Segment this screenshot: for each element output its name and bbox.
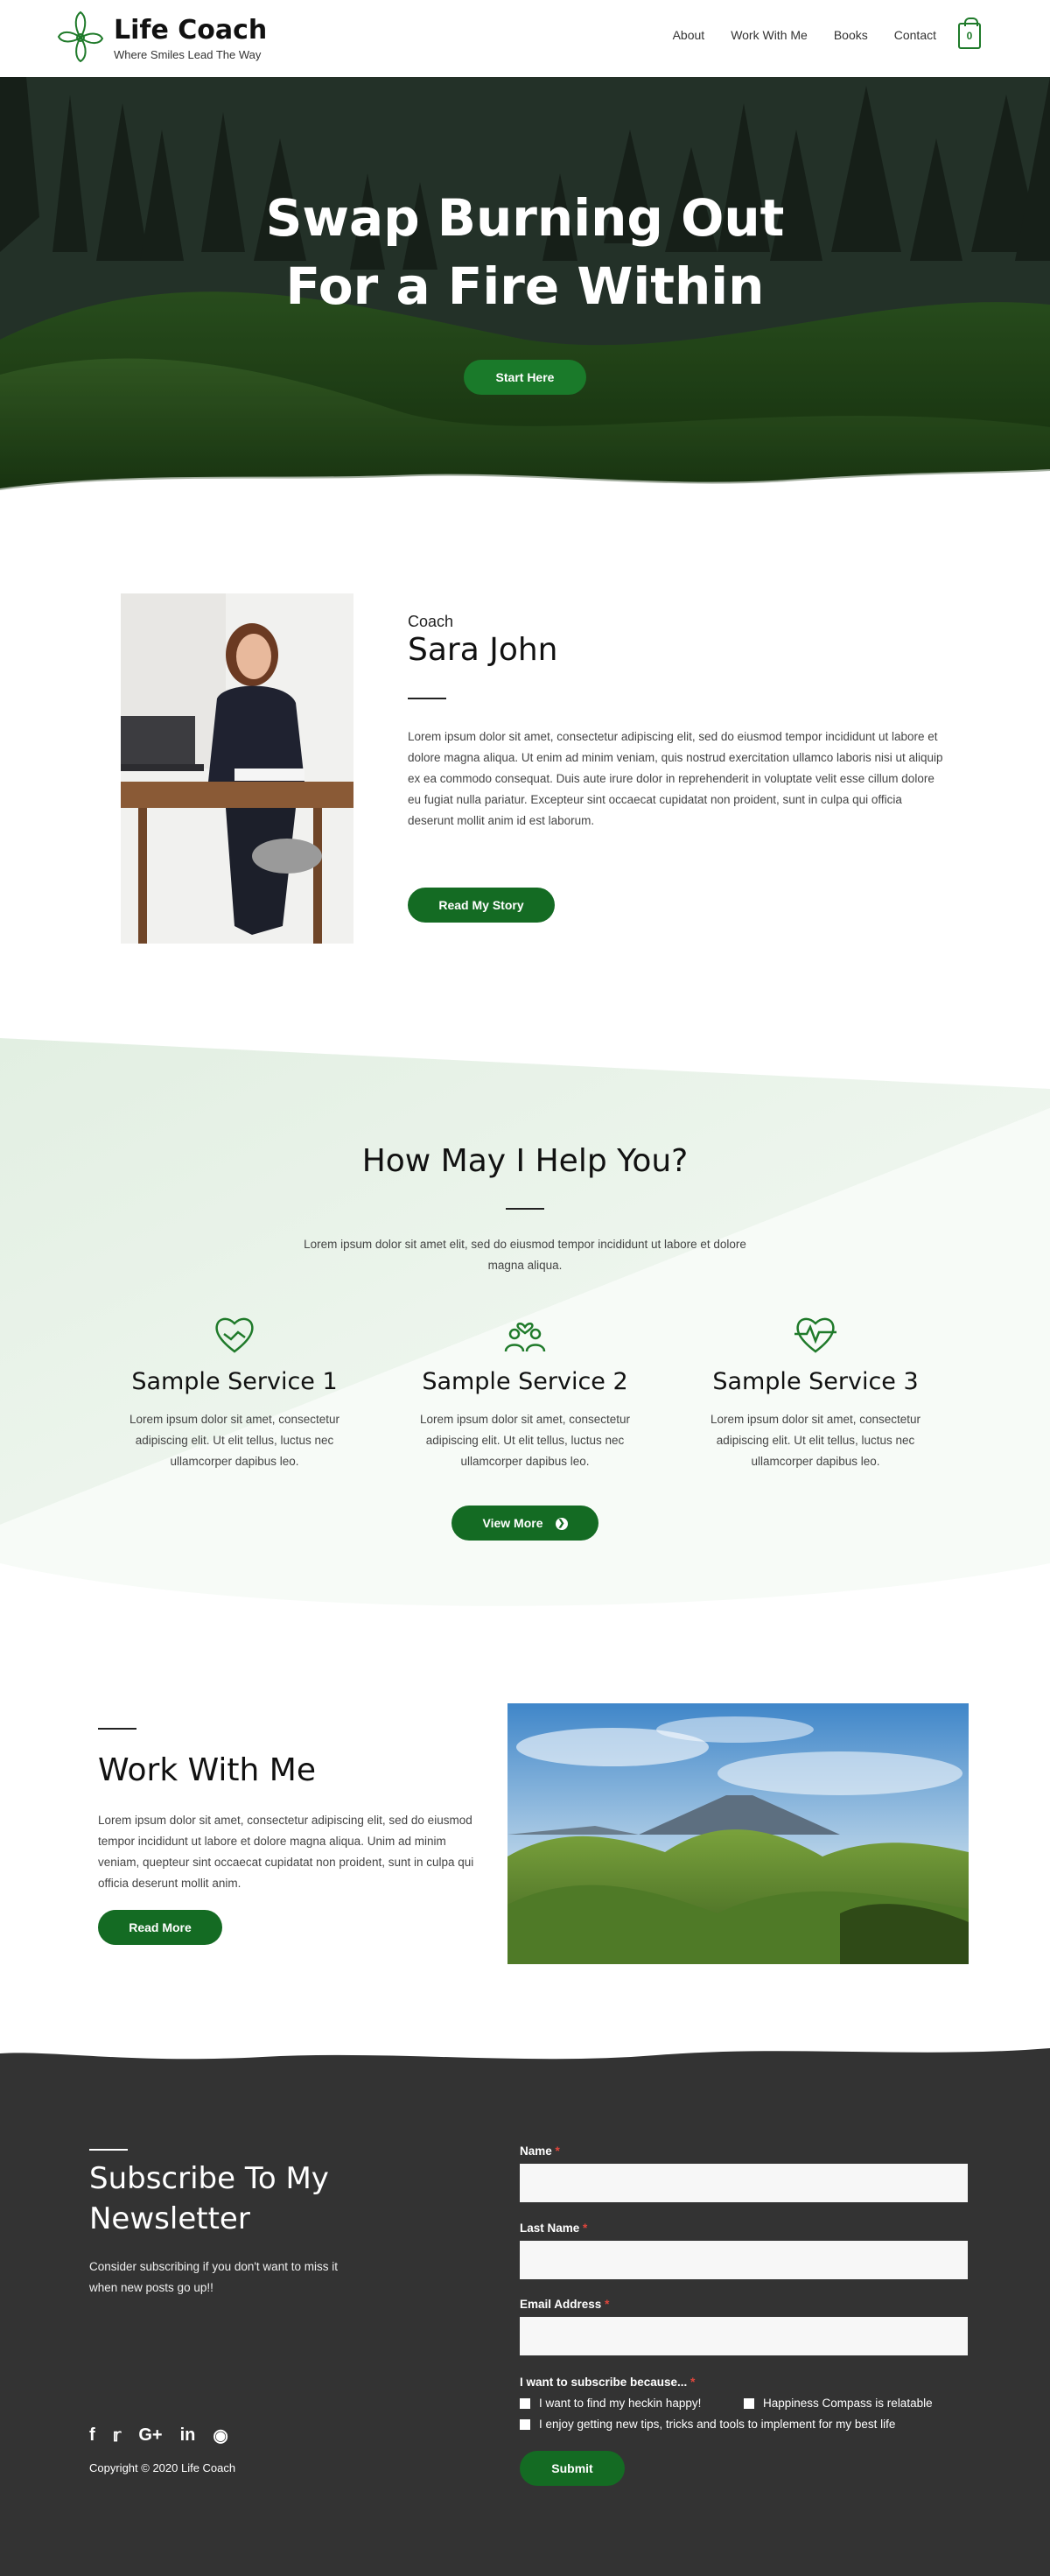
- nav-contact[interactable]: Contact: [894, 28, 936, 42]
- mountain-landscape-image: [508, 1703, 969, 1964]
- services-intro: Lorem ipsum dolor sit amet elit, sed do …: [304, 1238, 746, 1272]
- required-mark: *: [690, 2376, 696, 2389]
- email-label-text: Email Address: [520, 2298, 602, 2311]
- checkbox-icon[interactable]: [744, 2397, 754, 2409]
- cart-icon[interactable]: 0: [958, 18, 981, 49]
- newsletter-description: Consider subscribing if you don't want t…: [89, 2260, 338, 2294]
- nav-about[interactable]: About: [673, 28, 705, 42]
- service-card-3: Sample Service 3 Lorem ipsum dolor sit a…: [684, 1313, 947, 1472]
- name-label-text: Name: [520, 2144, 552, 2158]
- last-name-label-text: Last Name: [520, 2222, 580, 2235]
- logo[interactable]: Life Coach Where Smiles Lead The Way: [56, 11, 267, 65]
- submit-button[interactable]: Submit: [520, 2451, 625, 2486]
- name-input[interactable]: [520, 2164, 968, 2202]
- about-divider: [408, 698, 446, 699]
- flower-logo-icon: [57, 11, 104, 63]
- checkbox-icon[interactable]: [520, 2418, 530, 2430]
- option-compass-relatable-checkbox[interactable]: Happiness Compass is relatable: [744, 2397, 933, 2410]
- handshake-heart-icon: [215, 1317, 254, 1353]
- facebook-icon[interactable]: f: [89, 2425, 95, 2446]
- main-nav: About Work With Me Books Contact: [673, 28, 936, 42]
- social-links: f 𝕣 G+ in ◉: [89, 2425, 228, 2446]
- last-name-input[interactable]: [520, 2241, 968, 2279]
- brand-name: Life Coach: [114, 14, 268, 46]
- read-my-story-button[interactable]: Read My Story: [408, 888, 555, 923]
- name-field-label: Name *: [520, 2144, 560, 2158]
- nav-work-with-me[interactable]: Work With Me: [731, 28, 808, 42]
- about-text: Lorem ipsum dolor sit amet, consectetur …: [408, 730, 943, 827]
- newsletter-divider: [89, 2149, 128, 2151]
- hero-brush-divider: [0, 469, 1050, 508]
- required-mark: *: [583, 2222, 588, 2235]
- hero-heading-line2: For a Fire Within: [285, 256, 765, 316]
- service-title: Sample Service 3: [712, 1368, 919, 1395]
- view-more-label: View More: [482, 1516, 543, 1530]
- twitter-icon[interactable]: 𝕣: [113, 2425, 122, 2446]
- heartbeat-icon: [794, 1317, 836, 1353]
- coach-name: Sara John: [408, 632, 558, 668]
- work-heading: Work With Me: [98, 1752, 316, 1788]
- start-here-button[interactable]: Start Here: [464, 360, 586, 395]
- hero-section: Swap Burning Out For a Fire Within Start…: [0, 77, 1050, 499]
- subscribe-reason-label: I want to subscribe because... *: [520, 2376, 695, 2389]
- email-input[interactable]: [520, 2317, 968, 2355]
- hero-heading: Swap Burning Out For a Fire Within: [0, 184, 1050, 320]
- option-label: Happiness Compass is relatable: [763, 2397, 933, 2410]
- view-more-button[interactable]: View More ❯: [452, 1506, 598, 1541]
- service-description: Lorem ipsum dolor sit amet, consectetur …: [129, 1413, 340, 1468]
- group-heart-icon: [504, 1323, 546, 1352]
- google-plus-icon[interactable]: G+: [138, 2425, 162, 2446]
- required-mark: *: [605, 2298, 610, 2311]
- site-header: Life Coach Where Smiles Lead The Way Abo…: [0, 0, 1050, 77]
- services-heading: How May I Help You?: [361, 1143, 689, 1179]
- coach-label: Coach: [408, 613, 454, 630]
- email-field-label: Email Address *: [520, 2298, 609, 2311]
- nav-books[interactable]: Books: [834, 28, 868, 42]
- service-title: Sample Service 2: [422, 1368, 628, 1395]
- work-text: Lorem ipsum dolor sit amet, consectetur …: [98, 1814, 474, 1890]
- read-more-button[interactable]: Read More: [98, 1910, 222, 1945]
- service-description: Lorem ipsum dolor sit amet, consectetur …: [710, 1413, 921, 1468]
- option-label: I want to find my heckin happy!: [539, 2397, 702, 2410]
- arrow-right-circle-icon: ❯: [555, 1518, 568, 1531]
- service-card-2: Sample Service 2 Lorem ipsum dolor sit a…: [394, 1313, 656, 1472]
- brand-tagline: Where Smiles Lead The Way: [114, 47, 262, 61]
- last-name-field-label: Last Name *: [520, 2222, 587, 2235]
- option-label: I enjoy getting new tips, tricks and too…: [539, 2418, 896, 2431]
- copyright-text: Copyright © 2020 Life Coach: [89, 2461, 236, 2474]
- service-title: Sample Service 1: [131, 1368, 338, 1395]
- checkbox-icon[interactable]: [520, 2397, 530, 2409]
- service-description: Lorem ipsum dolor sit amet, consectetur …: [419, 1413, 631, 1468]
- required-mark: *: [555, 2144, 560, 2158]
- hero-heading-line1: Swap Burning Out: [265, 188, 785, 248]
- instagram-icon[interactable]: ◉: [213, 2425, 228, 2446]
- services-divider: [506, 1208, 544, 1210]
- linkedin-icon[interactable]: in: [180, 2425, 196, 2446]
- option-new-tips-checkbox[interactable]: I enjoy getting new tips, tricks and too…: [520, 2418, 895, 2431]
- option-find-happy-checkbox[interactable]: I want to find my heckin happy!: [520, 2397, 701, 2410]
- subscribe-question-text: I want to subscribe because...: [520, 2376, 688, 2389]
- newsletter-heading: Subscribe To My Newsletter: [89, 2161, 329, 2236]
- service-card-1: Sample Service 1 Lorem ipsum dolor sit a…: [103, 1313, 366, 1472]
- footer-brush-divider: [0, 2038, 1050, 2060]
- coach-portrait-image: [121, 593, 354, 944]
- work-divider: [98, 1728, 136, 1730]
- cart-count: 0: [966, 30, 973, 42]
